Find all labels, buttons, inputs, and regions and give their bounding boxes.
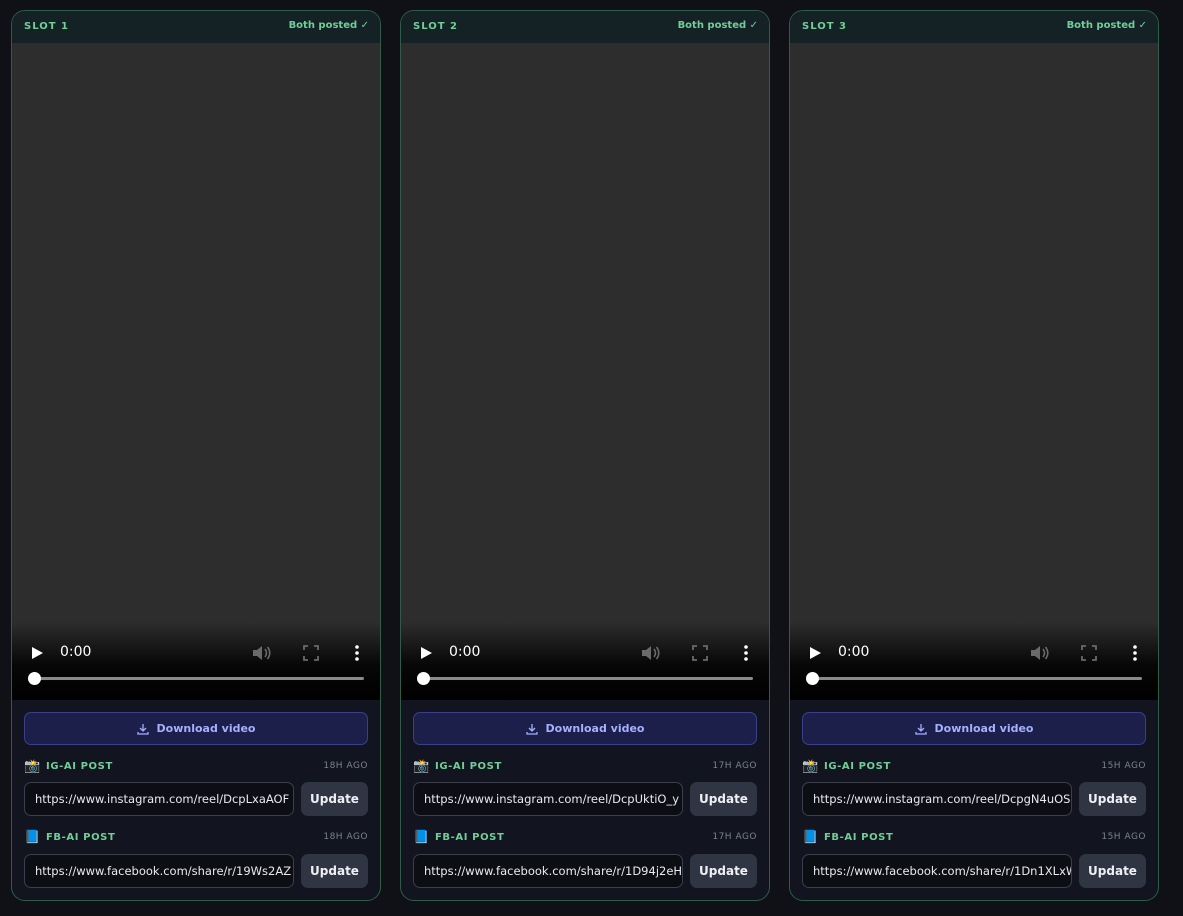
progress-knob[interactable] xyxy=(806,672,819,685)
fb-post-header: 📘 FB-AI POST 17H AGO xyxy=(413,831,757,847)
camera-icon: 📸 xyxy=(24,759,41,774)
ig-post-label: IG-AI POST xyxy=(824,761,891,772)
progress-knob[interactable] xyxy=(417,672,430,685)
video-progress-bar[interactable] xyxy=(28,672,364,685)
download-video-button[interactable]: Download video xyxy=(413,712,757,745)
play-icon[interactable] xyxy=(808,646,822,660)
fb-post-age: 15H AGO xyxy=(1101,832,1146,842)
fb-update-button[interactable]: Update xyxy=(301,854,368,888)
download-label: Download video xyxy=(545,722,645,735)
fb-post-label: FB-AI POST xyxy=(46,832,116,843)
slot-header: SLOT 2 Both posted ✓ xyxy=(401,11,769,44)
volume-icon[interactable] xyxy=(1030,644,1050,662)
book-icon: 📘 xyxy=(24,830,41,845)
video-time: 0:00 xyxy=(449,644,481,660)
fb-post-header: 📘 FB-AI POST 15H AGO xyxy=(802,831,1146,847)
fb-update-button[interactable]: Update xyxy=(690,854,757,888)
ig-post-header: 📸 IG-AI POST 18H AGO xyxy=(24,760,368,776)
slot-title: SLOT 2 xyxy=(413,21,458,32)
progress-knob[interactable] xyxy=(28,672,41,685)
play-icon[interactable] xyxy=(30,646,44,660)
slot-header: SLOT 3 Both posted ✓ xyxy=(790,11,1158,44)
slot-title: SLOT 3 xyxy=(802,21,847,32)
ig-post-age: 15H AGO xyxy=(1101,761,1146,771)
video-controls: 0:00 xyxy=(12,622,380,700)
video-progress-bar[interactable] xyxy=(806,672,1142,685)
video-time: 0:00 xyxy=(60,644,92,660)
video-player[interactable]: 0:00 xyxy=(12,43,380,700)
fb-post-header: 📘 FB-AI POST 18H AGO xyxy=(24,831,368,847)
status-badge: Both posted ✓ xyxy=(288,20,369,31)
ig-url-input[interactable]: https://www.instagram.com/reel/DcpLxaAOF xyxy=(24,782,294,816)
download-label: Download video xyxy=(934,722,1034,735)
fb-url-input[interactable]: https://www.facebook.com/share/r/1Dn1XLx… xyxy=(802,854,1072,888)
download-icon xyxy=(914,723,927,735)
video-player[interactable]: 0:00 xyxy=(401,43,769,700)
fb-post-age: 17H AGO xyxy=(712,832,757,842)
slot-card: SLOT 1 Both posted ✓ 0:00 Download video… xyxy=(11,10,381,901)
ig-update-button[interactable]: Update xyxy=(690,782,757,816)
fb-update-button[interactable]: Update xyxy=(1079,854,1146,888)
video-controls: 0:00 xyxy=(401,622,769,700)
volume-icon[interactable] xyxy=(252,644,272,662)
fb-post-age: 18H AGO xyxy=(323,832,368,842)
video-progress-bar[interactable] xyxy=(417,672,753,685)
book-icon: 📘 xyxy=(413,830,430,845)
more-vertical-icon[interactable] xyxy=(741,644,751,662)
fullscreen-icon[interactable] xyxy=(691,644,709,662)
download-label: Download video xyxy=(156,722,256,735)
video-player[interactable]: 0:00 xyxy=(790,43,1158,700)
more-vertical-icon[interactable] xyxy=(1130,644,1140,662)
ig-post-label: IG-AI POST xyxy=(435,761,502,772)
ig-update-button[interactable]: Update xyxy=(301,782,368,816)
fullscreen-icon[interactable] xyxy=(1080,644,1098,662)
video-controls: 0:00 xyxy=(790,622,1158,700)
download-video-button[interactable]: Download video xyxy=(802,712,1146,745)
download-video-button[interactable]: Download video xyxy=(24,712,368,745)
ig-url-input[interactable]: https://www.instagram.com/reel/DcpgN4uOS xyxy=(802,782,1072,816)
fullscreen-icon[interactable] xyxy=(302,644,320,662)
more-vertical-icon[interactable] xyxy=(352,644,362,662)
fb-post-label: FB-AI POST xyxy=(824,832,894,843)
slot-title: SLOT 1 xyxy=(24,21,69,32)
book-icon: 📘 xyxy=(802,830,819,845)
play-icon[interactable] xyxy=(419,646,433,660)
slots-grid: SLOT 1 Both posted ✓ 0:00 Download video… xyxy=(0,0,1183,916)
status-badge: Both posted ✓ xyxy=(677,20,758,31)
ig-post-age: 18H AGO xyxy=(323,761,368,771)
ig-post-age: 17H AGO xyxy=(712,761,757,771)
ig-post-header: 📸 IG-AI POST 15H AGO xyxy=(802,760,1146,776)
camera-icon: 📸 xyxy=(413,759,430,774)
camera-icon: 📸 xyxy=(802,759,819,774)
fb-url-input[interactable]: https://www.facebook.com/share/r/19Ws2AZ xyxy=(24,854,294,888)
status-badge: Both posted ✓ xyxy=(1066,20,1147,31)
slot-card: SLOT 2 Both posted ✓ 0:00 Download video… xyxy=(400,10,770,901)
slot-header: SLOT 1 Both posted ✓ xyxy=(12,11,380,44)
ig-url-input[interactable]: https://www.instagram.com/reel/DcpUktiO_… xyxy=(413,782,683,816)
download-icon xyxy=(525,723,538,735)
ig-post-header: 📸 IG-AI POST 17H AGO xyxy=(413,760,757,776)
ig-update-button[interactable]: Update xyxy=(1079,782,1146,816)
volume-icon[interactable] xyxy=(641,644,661,662)
fb-post-label: FB-AI POST xyxy=(435,832,505,843)
video-time: 0:00 xyxy=(838,644,870,660)
slot-card: SLOT 3 Both posted ✓ 0:00 Download video… xyxy=(789,10,1159,901)
download-icon xyxy=(136,723,149,735)
ig-post-label: IG-AI POST xyxy=(46,761,113,772)
fb-url-input[interactable]: https://www.facebook.com/share/r/1D94j2e… xyxy=(413,854,683,888)
